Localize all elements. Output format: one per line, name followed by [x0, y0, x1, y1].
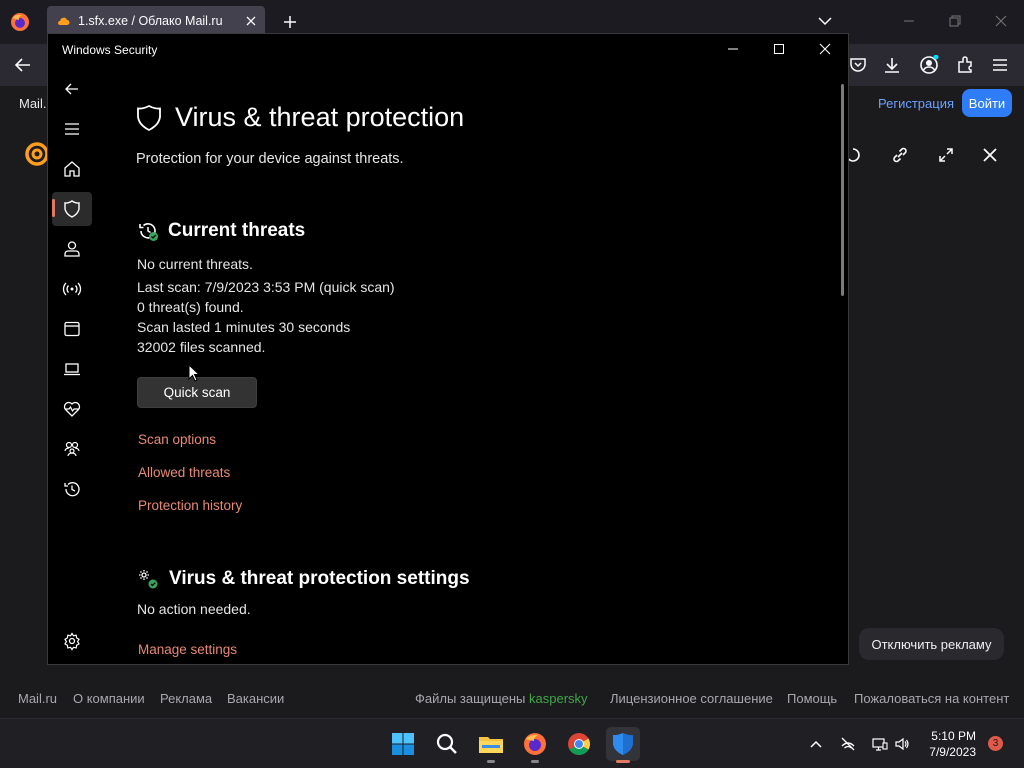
cloud-favicon-icon: [58, 17, 70, 25]
download-icon[interactable]: [882, 55, 902, 75]
tab-close-icon[interactable]: [245, 15, 257, 27]
fullscreen-icon[interactable]: [937, 146, 955, 164]
family-icon[interactable]: [62, 439, 82, 459]
clock-time[interactable]: 5:10 PM: [930, 729, 976, 743]
minimize-icon[interactable]: [726, 42, 740, 56]
scan-history-icon: [139, 223, 158, 241]
window-title: Windows Security: [62, 43, 158, 57]
account-icon[interactable]: [919, 55, 939, 75]
page-subtitle: Protection for your device against threa…: [136, 151, 404, 167]
home-icon[interactable]: [62, 159, 82, 179]
maximize-icon[interactable]: [772, 42, 786, 56]
search-icon[interactable]: [430, 727, 464, 761]
disable-ads-button[interactable]: Отключить рекламу: [859, 628, 1004, 660]
footer-link-help[interactable]: Помощь: [787, 691, 837, 706]
scan-options-link[interactable]: Scan options: [138, 432, 216, 447]
protection-history-link[interactable]: Protection history: [138, 498, 242, 513]
footer-link-ads[interactable]: Реклама: [160, 691, 212, 706]
pocket-icon[interactable]: [848, 55, 868, 75]
tab-title: 1.sfx.exe / Облако Mail.ru: [78, 14, 223, 28]
firefox-logo-icon[interactable]: [10, 12, 30, 32]
history-icon[interactable]: [62, 479, 82, 499]
page-title: Virus & threat protection: [175, 102, 465, 132]
account-protection-icon[interactable]: [62, 239, 82, 259]
clock-date[interactable]: 7/9/2023: [926, 745, 976, 759]
kaspersky-brand[interactable]: kaspersky: [529, 691, 588, 706]
scrollbar-thumb[interactable]: [841, 84, 844, 296]
footer-link-jobs[interactable]: Вакансии: [227, 691, 284, 706]
close-icon[interactable]: [818, 42, 832, 56]
running-indicator: [487, 760, 495, 763]
browser-restore-icon[interactable]: [948, 14, 962, 28]
threats-found-text: 0 threat(s) found.: [137, 299, 244, 315]
running-indicator: [531, 760, 539, 763]
browser-close-icon[interactable]: [994, 14, 1008, 28]
no-internet-icon[interactable]: [840, 736, 856, 752]
windows-start-icon[interactable]: [386, 727, 420, 761]
current-threats-heading: Current threats: [168, 220, 306, 241]
register-link[interactable]: Регистрация: [878, 96, 954, 111]
scan-duration-text: Scan lasted 1 minutes 30 seconds: [137, 319, 351, 335]
back-icon[interactable]: [62, 79, 82, 99]
settings-icon[interactable]: [62, 631, 82, 651]
firefox-icon[interactable]: [518, 727, 552, 761]
menu-icon[interactable]: [990, 55, 1010, 75]
active-indicator: [616, 760, 630, 763]
manage-settings-link[interactable]: Manage settings: [138, 642, 237, 657]
shield-header-icon: [137, 104, 161, 132]
shield-icon[interactable]: [62, 199, 82, 219]
file-explorer-icon[interactable]: [474, 727, 508, 761]
mouse-cursor-icon: [188, 364, 200, 382]
sidebar-selection-indicator: [52, 199, 55, 217]
allowed-threats-link[interactable]: Allowed threats: [138, 465, 230, 480]
footer-link-report[interactable]: Пожаловаться на контент: [854, 691, 1009, 706]
device-security-icon[interactable]: [62, 359, 82, 379]
app-browser-icon[interactable]: [62, 319, 82, 339]
brand-label[interactable]: Mail.: [19, 96, 46, 111]
browser-minimize-icon[interactable]: [902, 14, 916, 28]
viewer-close-icon[interactable]: [981, 146, 999, 164]
health-icon[interactable]: [62, 399, 82, 419]
windows-security-icon[interactable]: [606, 727, 640, 761]
footer-protected-text: Файлы защищены kaspersky: [415, 691, 588, 706]
footer-protected-prefix: Файлы защищены: [415, 691, 526, 706]
files-scanned-text: 32002 files scanned.: [137, 339, 266, 355]
footer-link-about[interactable]: О компании: [73, 691, 145, 706]
taskbar: [0, 718, 1024, 768]
footer-link-mailru[interactable]: Mail.ru: [18, 691, 57, 706]
notification-badge[interactable]: 3: [988, 736, 1003, 751]
volume-icon[interactable]: [894, 736, 910, 752]
new-tab-icon[interactable]: [282, 14, 298, 30]
network-icon[interactable]: [62, 279, 82, 299]
browser-back-icon[interactable]: [14, 56, 32, 74]
chrome-icon[interactable]: [562, 727, 596, 761]
link-icon[interactable]: [891, 146, 909, 164]
footer-link-license[interactable]: Лицензионное соглашение: [610, 691, 773, 706]
display-icon[interactable]: [872, 736, 888, 752]
protection-settings-heading: Virus & threat protection settings: [169, 568, 470, 589]
show-hidden-icons-icon[interactable]: [808, 736, 824, 752]
list-all-tabs-icon[interactable]: [818, 16, 832, 26]
login-button[interactable]: Войти: [962, 89, 1012, 117]
settings-status-text: No action needed.: [137, 601, 251, 617]
protection-settings-icon: [139, 570, 158, 589]
last-scan-text: Last scan: 7/9/2023 3:53 PM (quick scan): [137, 279, 395, 295]
threat-status-text: No current threats.: [137, 256, 253, 272]
hamburger-icon[interactable]: [62, 119, 82, 139]
extensions-icon[interactable]: [955, 55, 975, 75]
